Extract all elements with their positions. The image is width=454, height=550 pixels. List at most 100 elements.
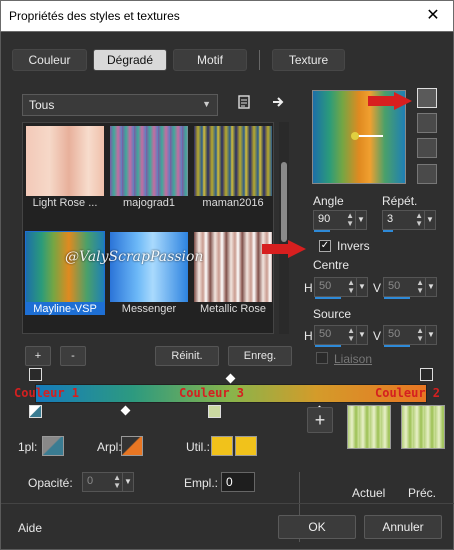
add-swatch-button[interactable]: + [307,407,333,433]
spin-arrows-icon[interactable]: ▲ ▼ [113,474,121,490]
title-bar: Propriétés des styles et textures ✕ [0,0,454,32]
source-h-spinner[interactable]: 50 ▲ ▼ ▼ [314,325,368,347]
tab-couleur[interactable]: Couleur [12,49,87,71]
dialog-body: Couleur Dégradé Motif Texture Tous ▼ Lig… [0,32,454,550]
invert-checkbox[interactable]: ✓ [319,240,331,252]
center-h-label: H [304,281,313,295]
source-v-value: 50 [388,328,401,340]
center-label: Centre [313,258,350,272]
reset-button[interactable]: Réinit. [155,346,219,366]
midpoint-marker[interactable] [120,405,131,416]
center-v-progress [384,297,410,299]
gradient-swatch [194,232,272,302]
chevron-down-icon[interactable]: ▼ [355,211,366,229]
background-stop-swatch[interactable] [121,436,143,456]
sunburst-style-button[interactable] [417,138,437,158]
color-stop-1[interactable] [29,405,42,418]
gradient-item[interactable]: majograd1 [109,125,189,209]
gradient-name: Metallic Rose [199,303,267,315]
top-stop-marker-right[interactable] [420,368,433,381]
rectangular-style-button[interactable] [417,113,437,133]
gradient-item[interactable]: Metallic Rose [193,231,273,315]
chevron-down-icon[interactable]: ▼ [425,326,436,344]
chevron-down-icon[interactable]: ▼ [425,278,436,296]
gradient-item[interactable]: Messenger [109,231,189,315]
foreground-stop-swatch[interactable] [42,436,64,456]
center-v-spinner[interactable]: 50 ▲ ▼ ▼ [383,277,437,299]
source-h-value: 50 [319,328,332,340]
gradient-scrollbar[interactable] [279,122,289,334]
previous-swatch[interactable] [401,405,445,449]
gradient-item[interactable]: maman2016 [193,125,273,209]
angle-spinner[interactable]: 90 ▲ ▼ ▼ [313,210,367,232]
spin-arrows-icon[interactable]: ▲ ▼ [347,327,355,343]
close-icon[interactable]: ✕ [423,6,443,26]
library-icon[interactable] [233,94,255,116]
ok-button[interactable]: OK [278,515,356,539]
scroll-thumb[interactable] [281,162,287,242]
repeat-spinner[interactable]: 3 ▲ ▼ ▼ [382,210,436,232]
current-swatch[interactable] [347,405,391,449]
tab-degrade[interactable]: Dégradé [93,49,167,71]
user-stop-swatch[interactable] [211,436,233,456]
chevron-down-icon[interactable]: ▼ [424,211,435,229]
tab-texture[interactable]: Texture [272,49,345,71]
pl-label: 1pl: [18,440,38,454]
top-midpoint-marker[interactable] [225,373,236,384]
opacity-spinner[interactable]: 0 ▲ ▼ ▼ [82,472,134,492]
add-gradient-button[interactable]: + [25,346,51,366]
arrow-right-icon[interactable] [267,94,289,116]
red-pointer-icon [262,240,306,258]
color-stop-3[interactable] [208,405,221,418]
chevron-down-icon[interactable]: ▼ [356,326,367,344]
chevron-down-icon[interactable]: ▼ [122,473,133,491]
invert-label: Invers [337,239,370,253]
color-2-label: Couleur 2 [375,386,441,400]
linear-style-button[interactable] [417,88,437,108]
window-title: Propriétés des styles et textures [9,9,180,23]
arpl-label: Arpl: [97,440,122,454]
save-button[interactable]: Enreg. [228,346,292,366]
footer-divider [1,503,454,504]
tab-motif[interactable]: Motif [173,49,247,71]
gradient-name: maman2016 [202,197,264,209]
spin-arrows-icon[interactable]: ▲ ▼ [347,279,355,295]
source-h-progress [315,345,341,347]
center-v-value: 50 [388,280,401,292]
source-v-spinner[interactable]: 50 ▲ ▼ ▼ [383,325,437,347]
cancel-button[interactable]: Annuler [364,515,442,539]
link-checkbox[interactable] [316,352,328,364]
user-color-swatch[interactable] [235,436,257,456]
location-label: Empl.: [184,476,219,490]
help-link[interactable]: Aide [18,521,42,535]
repeat-label: Répét. [382,194,418,208]
watermark-logo: @ValyScrapPassion [65,249,204,265]
angle-label: Angle [313,194,344,208]
top-stop-marker-left[interactable] [29,368,42,381]
spin-arrows-icon[interactable]: ▲ ▼ [346,212,354,228]
remove-gradient-button[interactable]: - [60,346,86,366]
gradient-item-selected[interactable]: Mayline-VSP [25,231,105,315]
angle-value: 90 [318,213,331,225]
center-h-value: 50 [319,280,332,292]
source-v-progress [384,345,410,347]
spin-arrows-icon[interactable]: ▲ ▼ [415,212,423,228]
previous-label: Préc. [408,486,437,500]
source-v-label: V [373,329,382,343]
gradient-swatch [110,126,188,196]
category-select[interactable]: Tous ▼ [22,94,218,116]
tab-separator [259,50,260,70]
radial-style-button[interactable] [417,164,437,184]
chevron-down-icon[interactable]: ▼ [356,278,367,296]
location-field[interactable]: 0 [221,472,255,492]
gradient-center-handle[interactable] [351,132,359,140]
spin-arrows-icon[interactable]: ▲ ▼ [416,279,424,295]
center-h-spinner[interactable]: 50 ▲ ▼ ▼ [314,277,368,299]
center-v-label: V [373,281,382,295]
gradient-name: Light Rose ... [32,197,98,209]
gradient-item[interactable]: Light Rose ... [25,125,105,209]
source-h-label: H [304,329,313,343]
gradient-swatch [194,126,272,196]
spin-arrows-icon[interactable]: ▲ ▼ [416,327,424,343]
gradient-name: majograd1 [123,197,175,209]
